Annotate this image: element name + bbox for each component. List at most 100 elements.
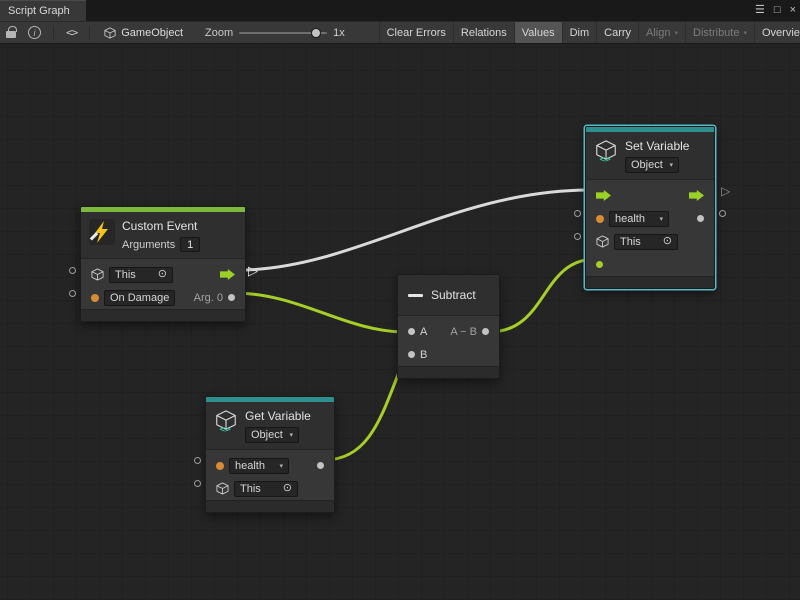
a-in-port[interactable] [408, 328, 415, 335]
input-a-row: A A − B [398, 320, 499, 343]
graph-owner-label: GameObject [121, 27, 183, 39]
gameobject-cube-icon [104, 27, 116, 39]
zoom-slider-handle[interactable] [311, 28, 321, 38]
carry-button[interactable]: Carry [596, 22, 638, 43]
distribute-button[interactable]: Distribute▾ [685, 22, 754, 43]
info-glyph: i [34, 28, 36, 38]
arg0-out-port[interactable] [228, 294, 235, 301]
window-controls: ☰ □ × [755, 0, 796, 21]
variable-name-dropdown[interactable]: health ▾ [229, 458, 289, 474]
variable-scope-dropdown[interactable]: Object ▾ [245, 427, 299, 443]
toolbar-separator [89, 26, 90, 40]
cube-icon [91, 268, 104, 281]
wire-arg0-subtract-a[interactable] [234, 293, 406, 332]
value-out-ext-port[interactable] [719, 210, 726, 217]
info-icon[interactable]: i [22, 22, 47, 43]
arguments-input[interactable]: 1 [180, 237, 200, 252]
arguments-label: Arguments [122, 239, 175, 251]
object-picker-icon[interactable]: ⊙ [158, 269, 167, 280]
variable-icon: <> [594, 139, 618, 168]
target-object-field[interactable]: This ⊙ [614, 234, 678, 250]
zoom-slider[interactable] [239, 22, 327, 43]
value-out-port[interactable] [317, 462, 324, 469]
graph-canvas[interactable]: Custom Event Arguments 1 This ⊙ [0, 44, 800, 600]
node-title: Set Variable [625, 139, 689, 153]
object-picker-icon[interactable]: ⊙ [283, 483, 292, 494]
wire-flow-customevent-setvariable[interactable] [246, 190, 590, 270]
subtract-icon [408, 294, 423, 297]
zoom-label: Zoom [205, 27, 233, 39]
node-footer [206, 500, 334, 512]
pane-menu-icon[interactable]: ☰ [755, 0, 765, 21]
event-name-row: On Damage Arg. 0 [81, 286, 245, 309]
cube-icon [216, 482, 229, 495]
flow-carry-triangle-icon[interactable]: ▷ [721, 185, 730, 198]
result-out-port[interactable] [482, 328, 489, 335]
node-set-variable[interactable]: <> Set Variable Object ▾ [585, 126, 715, 289]
chevron-down-icon: ▾ [675, 29, 679, 37]
b-in-port[interactable] [408, 351, 415, 358]
lock-icon[interactable] [0, 22, 22, 43]
graph-toolbar: i <> GameObject Zoom 1x Clear Errors Rel… [0, 21, 800, 44]
flow-out-port[interactable] [220, 269, 235, 280]
target-row: This ⊙ [206, 477, 334, 500]
chevron-down-icon: ▾ [289, 431, 293, 439]
flow-carry-triangle-icon[interactable]: ▷ [248, 264, 258, 277]
variable-name-in-port[interactable] [574, 210, 581, 217]
custom-event-icon [89, 219, 115, 250]
variable-name-row: health ▾ [206, 454, 334, 477]
variable-name-row: health ▾ [586, 207, 714, 230]
event-name-field[interactable]: On Damage [104, 290, 175, 306]
graph-owner-button[interactable]: GameObject [96, 22, 191, 43]
variable-name-in-port[interactable] [194, 457, 201, 464]
object-picker-icon[interactable]: ⊙ [663, 236, 672, 247]
svg-text:<>: <> [600, 154, 612, 163]
value-out-port[interactable] [697, 215, 704, 222]
wire-getvariable-subtract-b[interactable] [324, 355, 406, 460]
wire-subtract-setvariable-value[interactable] [489, 259, 596, 332]
flow-out-port[interactable] [689, 190, 704, 201]
b-label: B [420, 349, 427, 361]
node-subtract[interactable]: Subtract A A − B B [397, 274, 500, 379]
svg-text:<>: <> [220, 424, 232, 433]
toolbar-buttons: Clear Errors Relations Values Dim Carry … [379, 22, 800, 43]
zoom-value: 1x [333, 27, 345, 39]
target-object-field[interactable]: This ⊙ [109, 267, 173, 283]
variable-scope-dropdown[interactable]: Object ▾ [625, 157, 679, 173]
align-button[interactable]: Align▾ [638, 22, 685, 43]
node-header: <> Set Variable Object ▾ [586, 132, 714, 180]
tab-title: Script Graph [8, 5, 70, 17]
node-get-variable[interactable]: <> Get Variable Object ▾ health ▾ [205, 396, 335, 513]
relations-button[interactable]: Relations [453, 22, 514, 43]
target-in-port[interactable] [194, 480, 201, 487]
variable-name-dropdown[interactable]: health ▾ [609, 211, 669, 227]
target-in-port[interactable] [574, 233, 581, 240]
arg0-label: Arg. 0 [194, 292, 223, 304]
a-label: A [420, 326, 427, 338]
event-in-port[interactable] [69, 290, 76, 297]
node-footer [81, 309, 245, 321]
target-object-field[interactable]: This ⊙ [234, 481, 298, 497]
node-custom-event[interactable]: Custom Event Arguments 1 This ⊙ [80, 206, 246, 322]
clear-errors-button[interactable]: Clear Errors [379, 22, 453, 43]
dim-button[interactable]: Dim [562, 22, 597, 43]
chevron-down-icon: ▾ [659, 215, 663, 223]
value-in-port[interactable] [596, 261, 603, 268]
overview-button[interactable]: Overview [754, 22, 800, 43]
values-button[interactable]: Values [514, 22, 562, 43]
target-row: This ⊙ [81, 263, 245, 286]
toolbar-separator [53, 26, 54, 40]
event-name-port[interactable] [91, 294, 99, 302]
maximize-icon[interactable]: □ [774, 0, 781, 21]
flow-in-port[interactable] [596, 190, 611, 201]
tab-script-graph[interactable]: Script Graph [0, 0, 86, 21]
close-icon[interactable]: × [790, 0, 796, 21]
variable-icon: <> [214, 409, 238, 438]
out-label: A − B [450, 326, 477, 338]
variable-name-port[interactable] [596, 215, 604, 223]
code-icon[interactable]: <> [60, 22, 83, 43]
target-in-port[interactable] [69, 267, 76, 274]
target-row: This ⊙ [586, 230, 714, 253]
chevron-down-icon: ▾ [279, 462, 283, 470]
variable-name-port[interactable] [216, 462, 224, 470]
